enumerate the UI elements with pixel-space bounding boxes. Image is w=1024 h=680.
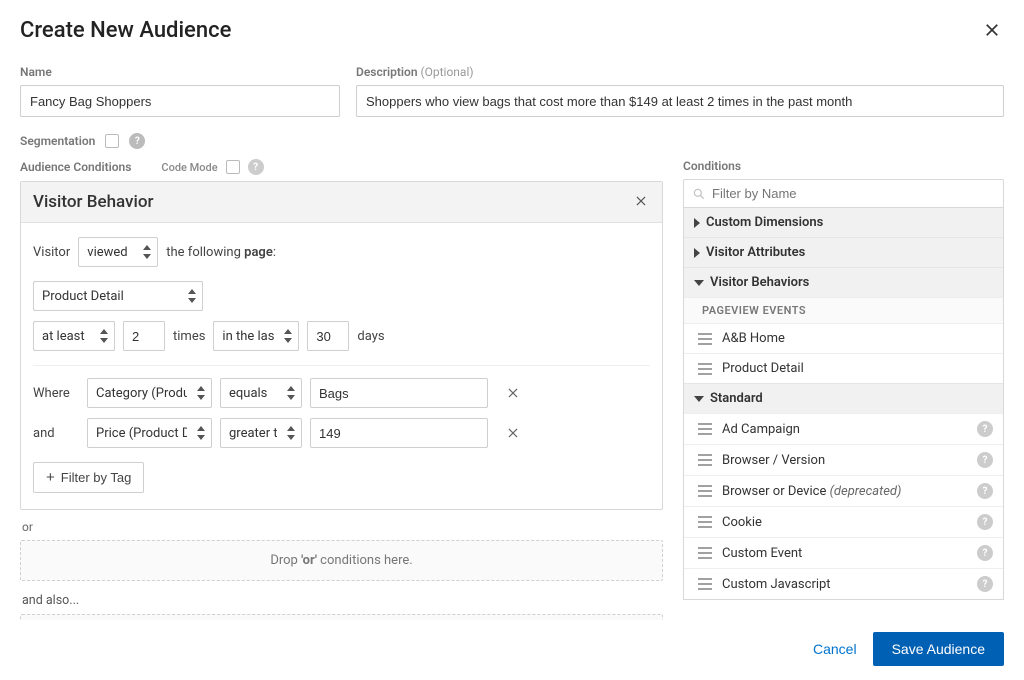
filter-op-select-1[interactable]: greater than xyxy=(220,418,302,448)
plus-icon: + xyxy=(46,469,55,486)
help-icon[interactable]: ? xyxy=(977,576,993,592)
visitor-action-select[interactable]: viewed xyxy=(78,237,158,267)
recency-op-select[interactable]: in the last xyxy=(213,321,299,351)
filter-attr-select-1[interactable]: Price (Product Detail) xyxy=(87,418,212,448)
cond-item-product-detail[interactable]: Product Detail xyxy=(684,353,1003,383)
cond-item-cookie[interactable]: Cookie ? xyxy=(684,506,1003,537)
filter-value-input-1[interactable] xyxy=(310,418,488,448)
conditions-filter-input[interactable] xyxy=(712,186,995,201)
pageview-events-header: PAGEVIEW EVENTS xyxy=(684,297,1003,323)
where-label: Where xyxy=(33,386,79,401)
days-text: days xyxy=(357,329,384,344)
drag-handle-icon xyxy=(698,516,712,528)
frequency-op-select[interactable]: at least xyxy=(33,321,115,351)
drag-handle-icon xyxy=(698,547,712,559)
chevron-down-icon xyxy=(694,280,704,286)
remove-filter-icon[interactable] xyxy=(506,386,520,400)
modal-title: Create New Audience xyxy=(20,18,231,43)
description-input[interactable] xyxy=(356,85,1004,117)
and-label: and xyxy=(33,426,79,441)
description-label: Description xyxy=(356,65,418,79)
help-icon[interactable]: ? xyxy=(977,452,993,468)
drag-handle-icon xyxy=(698,333,712,345)
name-input[interactable] xyxy=(20,85,340,117)
visitor-text: Visitor xyxy=(33,245,70,260)
cond-item-custom-javascript[interactable]: Custom Javascript ? xyxy=(684,568,1003,599)
sort-icon xyxy=(100,329,108,343)
help-icon[interactable]: ? xyxy=(977,421,993,437)
page-select[interactable]: Product Detail xyxy=(33,281,203,311)
help-icon[interactable]: ? xyxy=(977,514,993,530)
conditions-title: Conditions xyxy=(683,159,1004,173)
help-icon[interactable]: ? xyxy=(248,159,264,175)
card-title: Visitor Behavior xyxy=(33,192,153,212)
and-also-label: and also... xyxy=(22,593,661,608)
help-icon[interactable]: ? xyxy=(129,133,145,149)
sort-icon xyxy=(197,426,205,440)
sort-icon xyxy=(143,245,151,259)
sort-icon xyxy=(287,386,295,400)
sort-icon xyxy=(284,329,292,343)
chevron-right-icon xyxy=(694,248,700,258)
filter-by-tag-button[interactable]: + Filter by Tag xyxy=(33,462,144,493)
drag-handle-icon xyxy=(698,363,712,375)
close-icon[interactable] xyxy=(634,194,650,210)
help-icon[interactable]: ? xyxy=(977,483,993,499)
group-custom-dimensions[interactable]: Custom Dimensions xyxy=(684,208,1003,237)
cond-item-browser-or-device[interactable]: Browser or Device (deprecated) ? xyxy=(684,475,1003,506)
or-separator: or xyxy=(22,520,661,534)
drop-or-zone[interactable]: Drop 'or' conditions here. xyxy=(20,540,663,581)
sort-icon xyxy=(287,426,295,440)
filter-value-input-0[interactable] xyxy=(310,378,488,408)
cond-item-ad-campaign[interactable]: Ad Campaign ? xyxy=(684,413,1003,444)
remove-filter-icon[interactable] xyxy=(506,426,520,440)
drag-handle-icon xyxy=(698,454,712,466)
help-icon[interactable]: ? xyxy=(977,545,993,561)
name-label: Name xyxy=(20,65,340,79)
cancel-button[interactable]: Cancel xyxy=(813,632,857,666)
group-standard[interactable]: Standard xyxy=(684,383,1003,413)
cond-item-custom-event[interactable]: Custom Event ? xyxy=(684,537,1003,568)
drag-handle-icon xyxy=(698,485,712,497)
code-mode-checkbox[interactable] xyxy=(226,160,240,174)
frequency-num-input[interactable] xyxy=(123,321,165,351)
segmentation-label: Segmentation xyxy=(20,134,95,148)
chevron-right-icon xyxy=(694,218,700,228)
recency-num-input[interactable] xyxy=(307,321,349,351)
description-optional: (Optional) xyxy=(421,65,474,79)
search-icon xyxy=(692,187,706,201)
code-mode-label: Code Mode xyxy=(161,161,217,174)
cond-item-ab-home[interactable]: A&B Home xyxy=(684,323,1003,353)
segmentation-checkbox[interactable] xyxy=(105,134,119,148)
group-visitor-behaviors[interactable]: Visitor Behaviors xyxy=(684,267,1003,297)
filter-op-select-0[interactable]: equals xyxy=(220,378,302,408)
sort-icon xyxy=(197,386,205,400)
audience-conditions-label: Audience Conditions xyxy=(20,160,131,174)
filter-attr-select-0[interactable]: Category (Product Detail) xyxy=(87,378,212,408)
drag-handle-icon xyxy=(698,578,712,590)
save-audience-button[interactable]: Save Audience xyxy=(873,632,1004,666)
drag-handle-icon xyxy=(698,423,712,435)
sort-icon xyxy=(188,289,196,303)
close-icon[interactable] xyxy=(980,18,1004,42)
cond-item-browser-version[interactable]: Browser / Version ? xyxy=(684,444,1003,475)
group-visitor-attributes[interactable]: Visitor Attributes xyxy=(684,237,1003,267)
times-text: times xyxy=(173,329,205,344)
chevron-down-icon xyxy=(694,396,704,402)
